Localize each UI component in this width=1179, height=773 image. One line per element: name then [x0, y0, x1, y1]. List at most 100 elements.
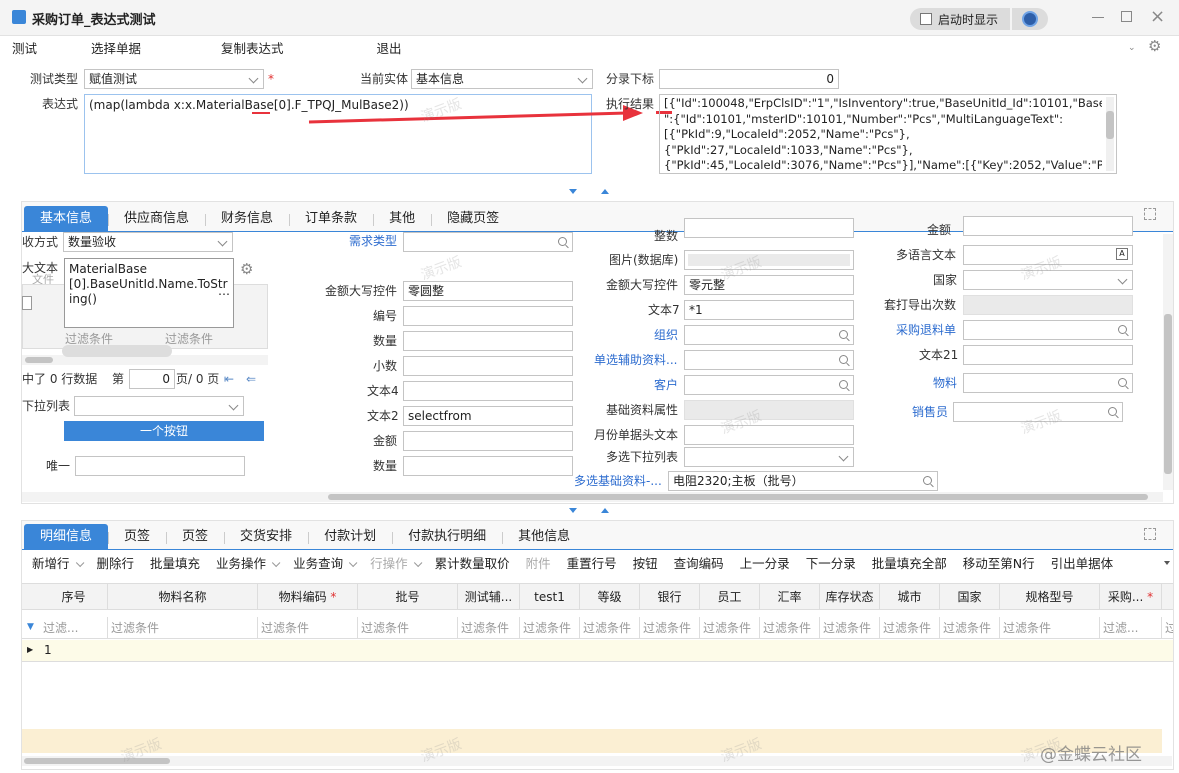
salesman-input[interactable] [953, 402, 1123, 422]
splitter-down-icon-2[interactable] [569, 508, 577, 513]
material-input[interactable] [963, 373, 1133, 393]
grid-column-header[interactable]: 城市 [880, 584, 940, 610]
tab-page-2[interactable]: 页签 [166, 524, 224, 550]
amount-cap-input[interactable]: 零圆整 [403, 281, 573, 301]
tab-page-1[interactable]: 页签 [108, 524, 166, 550]
menu-exit[interactable]: 退出 [369, 37, 410, 61]
toolbar-button[interactable]: 业务查询 [285, 552, 362, 576]
grid-filter-cell[interactable]: 过滤条件 [820, 617, 880, 639]
tab-finance-info[interactable]: 财务信息 [205, 206, 289, 232]
result-scrollbar[interactable] [1106, 97, 1114, 171]
grid-column-header[interactable]: 国家 [940, 584, 1000, 610]
toolbar-button[interactable]: 重置行号 [559, 552, 625, 576]
globe-icon[interactable] [1012, 8, 1048, 30]
country-select[interactable] [963, 270, 1133, 290]
grid-column-header[interactable]: 员工 [700, 584, 760, 610]
grid-filter-cell[interactable]: 过滤条件 [940, 617, 1000, 639]
text4-input[interactable] [403, 381, 573, 401]
salesman-label[interactable]: 销售员 [912, 402, 948, 422]
text21-input[interactable] [963, 345, 1133, 365]
row-checkbox[interactable] [22, 296, 32, 310]
tab-supplier-info[interactable]: 供应商信息 [108, 206, 205, 232]
month-input[interactable] [684, 425, 854, 445]
expand-icon-2[interactable] [1144, 528, 1156, 540]
tab-detail-info[interactable]: 明细信息 [24, 524, 109, 550]
grid-column-header[interactable]: 序号 [40, 584, 108, 610]
demand-type-label[interactable]: 需求类型 [349, 231, 397, 251]
entity-select[interactable]: 基本信息 [411, 69, 593, 89]
tab-other-info[interactable]: 其他信息 [502, 524, 586, 550]
slider-handle[interactable] [62, 345, 172, 357]
integer-input[interactable] [684, 218, 854, 238]
a-button[interactable]: 一个按钮 [64, 421, 264, 441]
toolbar-button[interactable]: 引出单据体 [1043, 552, 1122, 576]
grid-column-header[interactable]: test1 [520, 584, 580, 610]
grid-column-header[interactable]: 物料编码 * [258, 584, 358, 610]
collapse-icon[interactable]: ⌄ [1128, 43, 1136, 53]
grid-filter-cell[interactable]: 过滤条件 [258, 617, 358, 639]
demand-type-input[interactable] [403, 232, 573, 252]
bigtext-popup[interactable]: MaterialBase [0].BaseUnitId.Name.ToStrin… [64, 258, 234, 328]
grid-row-1[interactable]: ▶ 1 [22, 640, 1173, 662]
grid-filter-cell[interactable]: 过滤条件 [700, 617, 760, 639]
grid-filter-cell[interactable]: 过滤条件 [458, 617, 520, 639]
customer-label[interactable]: 客户 [654, 375, 678, 395]
toolbar-button[interactable]: 新增行 [24, 552, 89, 576]
grid-filter-cell[interactable]: 过滤条件 [880, 617, 940, 639]
result-textarea[interactable]: [{"Id":100048,"ErpClsID":"1","IsInventor… [659, 94, 1117, 174]
customer-input[interactable] [684, 375, 854, 395]
next-page-icon[interactable]: ⇐ [246, 372, 256, 386]
vertical-scrollbar[interactable] [1163, 234, 1173, 490]
ellipsis-icon[interactable]: … [218, 284, 230, 298]
grid-column-header[interactable]: 规格型号 [1000, 584, 1100, 610]
grid-column-header[interactable]: 计 [1162, 584, 1173, 610]
org-label[interactable]: 组织 [654, 325, 678, 345]
grid-filter-cell[interactable]: 过滤条件 [760, 617, 820, 639]
multi-base-label[interactable]: 多选基础资料-... [574, 471, 662, 491]
filter-cell[interactable]: 过滤条件 [165, 329, 213, 349]
minimize-icon[interactable] [1092, 17, 1104, 18]
tab-payment-exec[interactable]: 付款执行明细 [392, 524, 502, 550]
receive-select[interactable]: 数量验收 [63, 232, 233, 252]
grid-column-header[interactable]: 采购... * [1100, 584, 1162, 610]
grid-column-header[interactable]: 等级 [580, 584, 640, 610]
toolbar-button[interactable]: 批量填充 [142, 552, 208, 576]
qty-input[interactable] [403, 331, 573, 351]
grid-filter-cell[interactable]: 过滤条件 [1000, 617, 1100, 639]
grid-column-header[interactable]: 汇率 [760, 584, 820, 610]
multi-base-input[interactable]: 电阻2320;主板（批号） [668, 471, 938, 491]
grid-column-header[interactable]: 物料名称 [108, 584, 258, 610]
grid-filter-cell[interactable]: 过滤条件 [358, 617, 458, 639]
menu-copy-expr[interactable]: 复制表达式 [213, 37, 292, 61]
text2-input[interactable]: selectfrom [403, 406, 573, 426]
splitter-up-icon[interactable] [601, 189, 609, 194]
tab-order-terms[interactable]: 订单条款 [289, 206, 373, 232]
language-icon[interactable]: A [1116, 248, 1128, 260]
horizontal-scrollbar[interactable] [22, 492, 1163, 502]
menu-test[interactable]: 测试 [4, 37, 45, 61]
decimal-input[interactable] [403, 356, 573, 376]
purchase-return-label[interactable]: 采购退料单 [896, 320, 956, 340]
multi-dd-select[interactable] [684, 447, 854, 467]
grid-column-header[interactable]: 批号 [358, 584, 458, 610]
toolbar-button[interactable]: 业务操作 [208, 552, 285, 576]
grid-filter-cell[interactable]: 过滤条件 [640, 617, 700, 639]
toolbar-button[interactable]: 按钮 [625, 552, 666, 576]
menu-select-bill[interactable]: 选择单据 [83, 37, 149, 61]
splitter-up-icon-2[interactable] [601, 508, 609, 513]
toolbar-button[interactable]: 下一分录 [798, 552, 864, 576]
grid-hscroll[interactable] [22, 756, 1172, 766]
unique-input[interactable] [75, 456, 245, 476]
tab-delivery[interactable]: 交货安排 [224, 524, 308, 550]
tab-payment-plan[interactable]: 付款计划 [308, 524, 392, 550]
money-input-2[interactable] [963, 216, 1133, 236]
toolbar-button[interactable]: 删除行 [89, 552, 143, 576]
toolbar-button[interactable]: 上一分录 [732, 552, 798, 576]
expand-icon[interactable] [1144, 208, 1156, 220]
money-input[interactable] [403, 431, 573, 451]
grid-column-header[interactable]: 银行 [640, 584, 700, 610]
org-input[interactable] [684, 325, 854, 345]
gear-icon[interactable]: ⚙ [240, 260, 253, 278]
grid-filter-cell[interactable]: 过滤... [1100, 617, 1162, 639]
settings-icon[interactable]: ⚙ [1148, 37, 1161, 55]
